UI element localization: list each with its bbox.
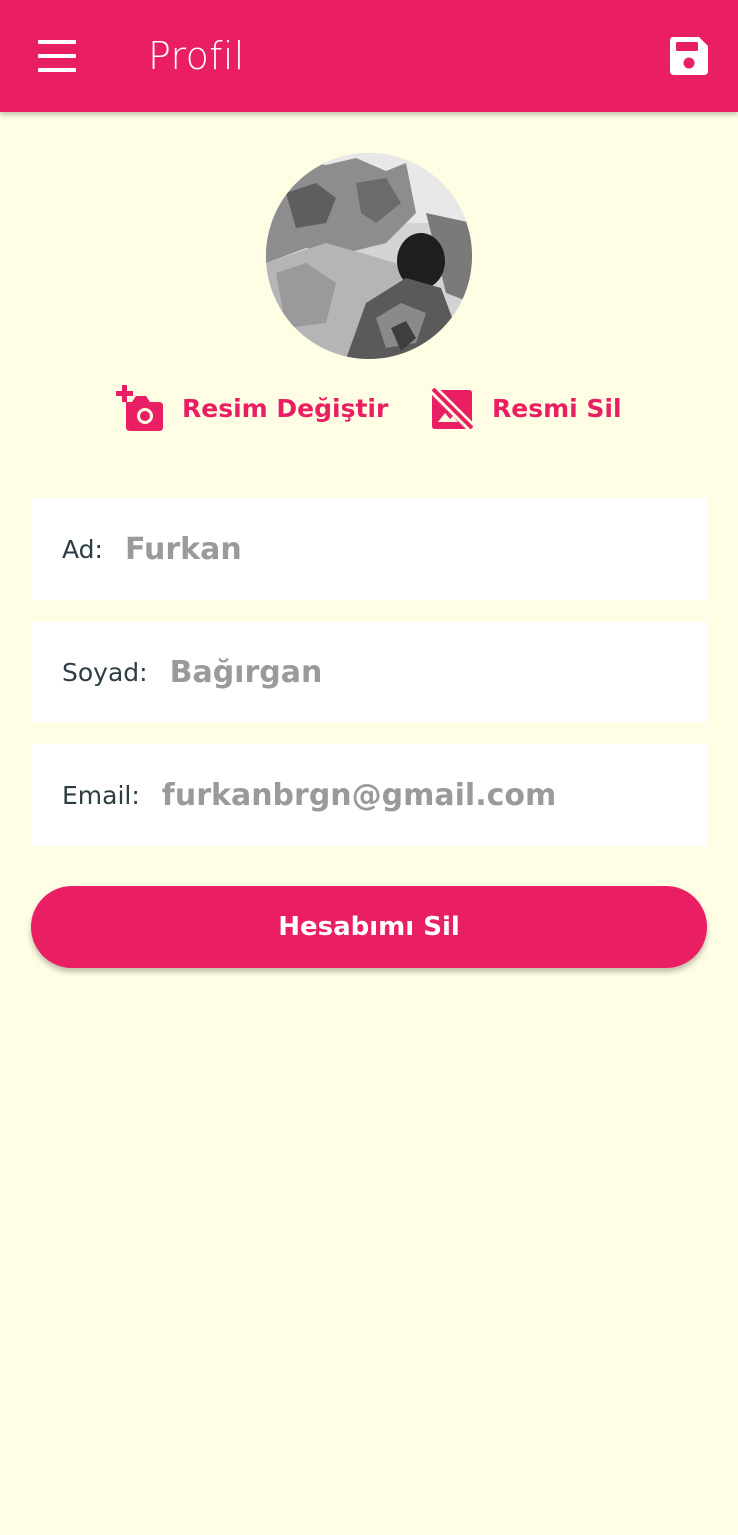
first-name-field[interactable]: Ad: Furkan xyxy=(31,498,707,600)
email-label: Email: xyxy=(62,780,140,810)
first-name-label: Ad: xyxy=(62,534,103,564)
menu-icon[interactable] xyxy=(38,40,76,72)
delete-account-label: Hesabımı Sil xyxy=(278,912,460,942)
delete-account-button[interactable]: Hesabımı Sil xyxy=(31,886,707,968)
last-name-label: Soyad: xyxy=(62,657,148,687)
add-a-photo-icon xyxy=(116,385,164,431)
change-photo-button[interactable]: Resim Değiştir xyxy=(116,382,388,434)
email-field[interactable]: Email: furkanbrgn@gmail.com xyxy=(31,744,707,846)
profile-photo xyxy=(266,153,472,359)
last-name-value[interactable]: Bağırgan xyxy=(170,655,323,690)
save-icon[interactable] xyxy=(668,35,710,77)
app-bar: Profil xyxy=(0,0,738,112)
email-value[interactable]: furkanbrgn@gmail.com xyxy=(162,778,556,813)
no-photography-icon xyxy=(430,386,474,430)
page-title: Profil xyxy=(148,34,245,78)
last-name-field[interactable]: Soyad: Bağırgan xyxy=(31,621,707,723)
delete-photo-button[interactable]: Resmi Sil xyxy=(430,382,622,434)
change-photo-label: Resim Değiştir xyxy=(182,393,389,423)
delete-photo-label: Resmi Sil xyxy=(492,393,622,423)
first-name-value[interactable]: Furkan xyxy=(125,532,242,567)
